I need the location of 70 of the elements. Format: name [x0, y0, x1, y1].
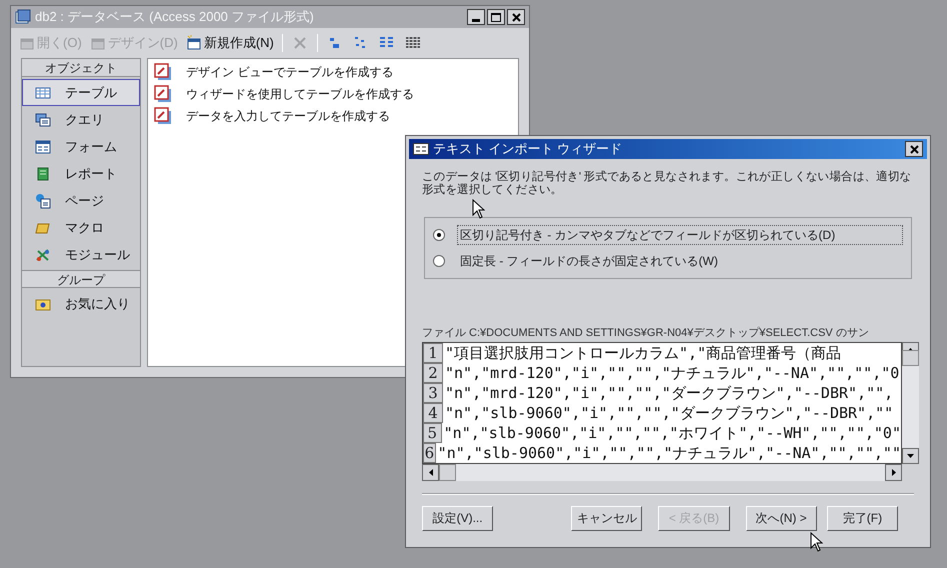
shortcut-icon	[154, 107, 172, 125]
section-header[interactable]: オブジェクト	[22, 59, 140, 77]
sidebar-item[interactable]: レポート	[22, 160, 140, 187]
row-number: 1	[423, 342, 443, 362]
preview-row-text: "項目選択肢用コントロールカラム","商品管理番号（商品	[444, 342, 842, 362]
radio-button[interactable]	[433, 255, 445, 267]
list-item[interactable]: ウィザードを使用してテーブルを作成する	[150, 83, 516, 105]
section-header[interactable]: グループ	[22, 270, 140, 288]
sidebar-item[interactable]: マクロ	[22, 214, 140, 241]
close-button[interactable]	[905, 141, 923, 157]
left-arrow-icon	[428, 468, 432, 476]
close-icon	[512, 12, 520, 22]
maximize-icon	[491, 12, 501, 22]
row-number: 2	[423, 362, 443, 382]
sidebar-item[interactable]: フォーム	[22, 133, 140, 160]
shortcut-icon	[154, 85, 172, 103]
shortcut-icon	[154, 63, 172, 81]
right-arrow-icon	[892, 468, 896, 476]
radio-button[interactable]	[433, 229, 445, 241]
details-view-icon	[404, 35, 421, 51]
preview-row-text: "n","slb-9060","i","","","ホワイト","--WH","","","0"	[442, 422, 901, 442]
sidebar-item[interactable]: ページ	[22, 187, 140, 214]
scroll-left-button[interactable]	[422, 464, 439, 480]
dialog-button[interactable]: 次へ(N) >	[746, 506, 817, 530]
dialog-title: テキスト インポート ウィザード	[433, 140, 624, 158]
scroll-thumb[interactable]	[439, 464, 456, 480]
row-number: 4	[423, 402, 443, 422]
dialog-button[interactable]: 設定(V)...	[422, 506, 494, 530]
toolbar-button[interactable]: 新規作成(N)	[186, 33, 274, 53]
database-icon	[15, 9, 31, 25]
scroll-down-button[interactable]	[902, 448, 919, 464]
message-text: このデータは '区切り記号付き' 形式であると見なされます。これが正しくない場合は、適切な形式を選択してください。	[422, 171, 912, 197]
row-number: 5	[423, 422, 442, 442]
preview-row-text: "n","mrd-120","i","","","ナチュラル","--NA","","","0	[444, 362, 900, 382]
option-label: 区切り記号付き - カンマやタブなどでフィールドが区切られている(D)	[456, 225, 903, 245]
page-icon	[35, 192, 51, 208]
row-number: 6	[423, 442, 436, 462]
module-icon	[35, 246, 51, 262]
toolbar-icon	[186, 35, 202, 51]
preview-row-text: "n","mrd-120","i","","","ダークブラウン","--DBR","",	[444, 382, 894, 402]
table-icon	[35, 84, 51, 100]
down-arrow-icon	[907, 454, 914, 458]
dialog-icon	[413, 143, 429, 155]
pointer-icon	[472, 199, 485, 219]
window-title: db2 : データベース (Access 2000 ファイル形式)	[35, 8, 315, 26]
dialog-button[interactable]: 完了(F)	[826, 506, 898, 530]
delete-icon	[292, 35, 308, 51]
list-item[interactable]: データを入力してテーブルを作成する	[150, 105, 516, 127]
sidebar-item[interactable]: テーブル	[22, 79, 140, 106]
close-button[interactable]	[507, 9, 525, 25]
preview-row-text: "n","slb-9060","i","","","ダークブラウン","--DBR",""	[444, 402, 894, 422]
minimize-icon	[472, 19, 480, 22]
close-icon	[910, 144, 918, 154]
list-item[interactable]: デザイン ビューでテーブルを作成する	[150, 61, 516, 83]
query-icon	[35, 112, 51, 128]
scroll-right-button[interactable]	[885, 464, 902, 480]
sidebar-item[interactable]: クエリ	[22, 106, 140, 133]
row-number: 3	[423, 382, 443, 402]
maximize-button[interactable]	[487, 9, 505, 25]
dialog-button[interactable]: キャンセル	[571, 506, 642, 530]
file-label: ファイル C:¥DOCUMENTS AND SETTINGS¥GR-N04¥デスクトップ¥SELECT.CSV のサン	[422, 326, 870, 341]
sidebar-item[interactable]: お気に入り	[22, 290, 140, 317]
sidebar-item[interactable]: モジュール	[22, 241, 140, 268]
option-label: 固定長 - フィールドの長さが固定されている(W)	[459, 253, 719, 270]
minimize-button[interactable]	[467, 9, 485, 25]
scroll-thumb[interactable]	[902, 350, 919, 366]
form-icon	[35, 138, 51, 154]
preview-row-text: "n","slb-9060","i","","","ナチュラル","--NA","","",""	[436, 442, 901, 462]
report-icon	[35, 166, 51, 182]
pointer-icon	[810, 532, 823, 552]
